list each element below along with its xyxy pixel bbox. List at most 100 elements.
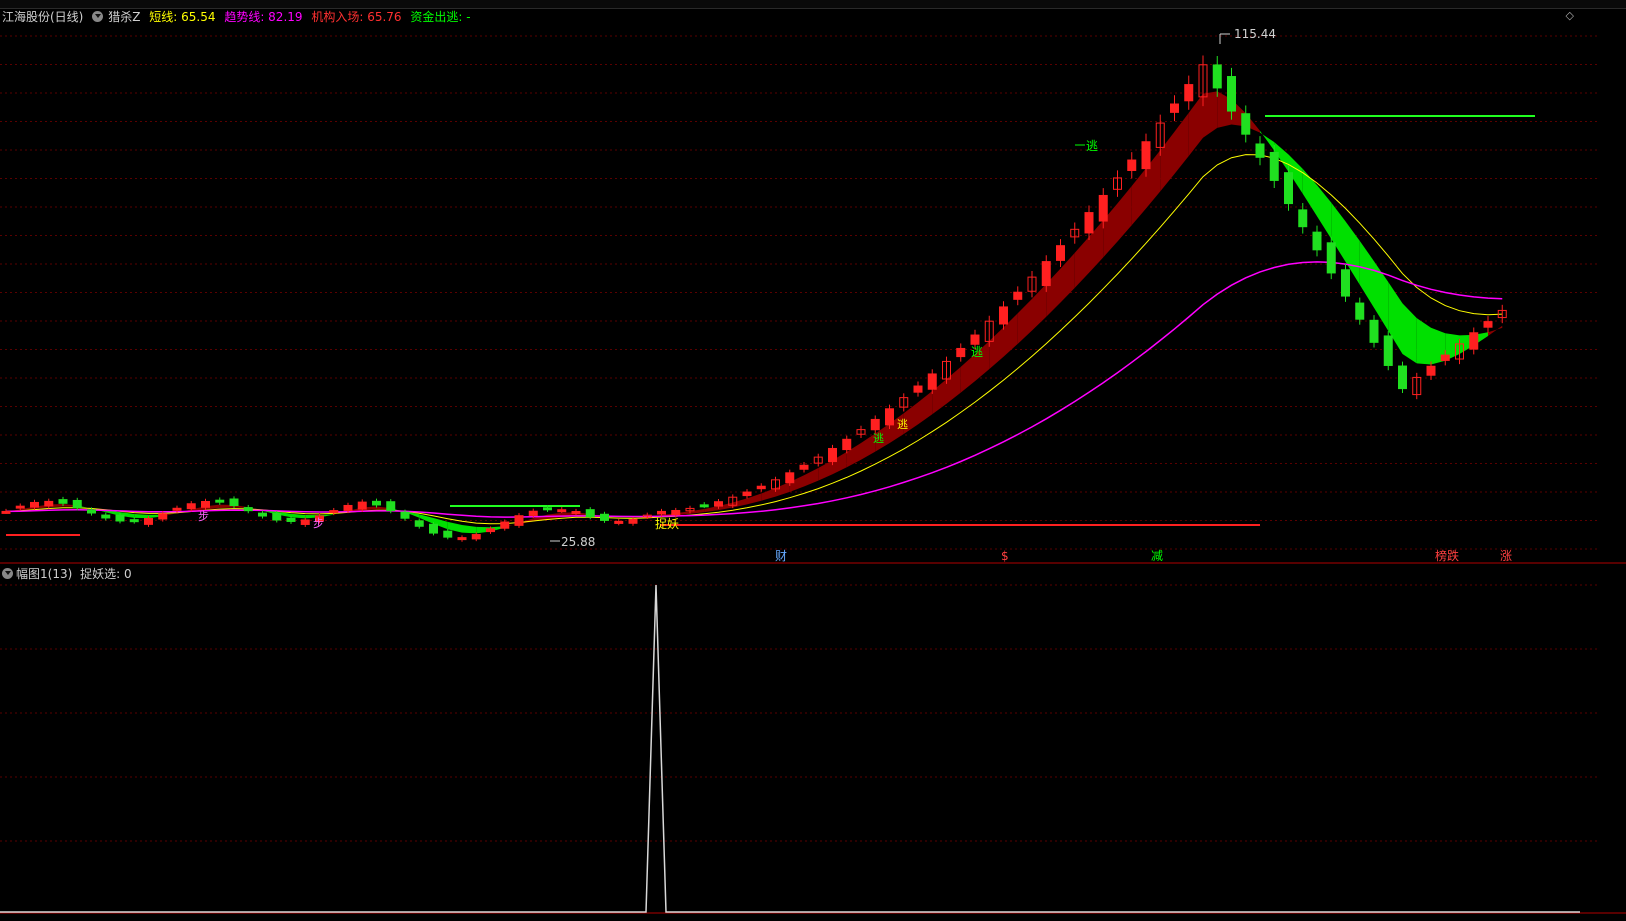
- ribbon-down-segment: [1416, 318, 1431, 365]
- candle-up: [1013, 291, 1023, 300]
- candle-up: [44, 500, 54, 507]
- candle-down: [1326, 242, 1336, 274]
- trend-line: [5, 261, 1503, 518]
- ribbon-up-segment: [960, 354, 975, 393]
- ribbon-up-segment: [1117, 186, 1132, 242]
- candle-down: [243, 507, 253, 512]
- signal-jian: 减: [1151, 549, 1163, 563]
- candle-up: [927, 373, 937, 390]
- candle-down: [386, 501, 396, 512]
- step-label-1: 步: [198, 510, 209, 523]
- candle-down: [1383, 335, 1393, 366]
- ribbon-down-segment: [134, 513, 149, 519]
- candle-down: [1369, 319, 1379, 343]
- demon-signal-label: 捉妖: [655, 516, 679, 531]
- candle-up: [1483, 321, 1493, 328]
- candle-up: [329, 510, 339, 514]
- candle-up: [1, 510, 11, 514]
- candle-down: [429, 523, 438, 534]
- candle-down: [1255, 143, 1265, 158]
- candle-down: [1269, 151, 1279, 181]
- ribbon-up-segment: [1074, 236, 1089, 288]
- candle-down: [258, 512, 267, 517]
- candle-down: [101, 514, 111, 519]
- candle-up: [913, 385, 923, 393]
- candle-up: [828, 447, 837, 463]
- demon-select-line: [0, 584, 1580, 913]
- candle-up: [571, 511, 581, 515]
- candle-up: [870, 418, 880, 431]
- candle-up: [756, 485, 766, 490]
- escape-label-1: 逃: [1086, 139, 1098, 153]
- candle-up: [486, 528, 495, 533]
- candle-up: [956, 347, 966, 358]
- candle-down: [585, 509, 595, 518]
- ribbon-up-segment: [690, 508, 705, 514]
- ribbon-down-segment: [291, 513, 306, 519]
- candle-down: [1227, 76, 1236, 112]
- candle-down: [543, 507, 552, 511]
- candle-down: [286, 517, 296, 522]
- chart-annotations: 115.44 25.88 捉妖 逃 逃 逃 逃 步 步 财 $ 减 榜跌 涨: [198, 27, 1512, 563]
- candle-up: [343, 504, 353, 511]
- candle-down: [229, 498, 239, 507]
- candle-up: [842, 438, 852, 451]
- signal-zhang: 涨: [1500, 548, 1512, 563]
- candle-down: [129, 519, 139, 523]
- escape-label-4: 逃: [873, 432, 884, 445]
- candle-up: [144, 518, 153, 525]
- ribbon-down-segment: [1359, 240, 1374, 308]
- candle-up: [201, 500, 210, 508]
- ribbon-up-segment: [1188, 93, 1203, 157]
- candle-down: [400, 511, 410, 519]
- candle-up: [1170, 103, 1179, 113]
- candle-up: [471, 534, 481, 540]
- candle-down: [272, 512, 282, 521]
- candle-up: [15, 505, 25, 509]
- sub-chart: [0, 584, 1580, 913]
- candle-up: [671, 509, 681, 516]
- candle-down: [414, 520, 424, 527]
- candle-up: [970, 334, 980, 345]
- signal-cai: 财: [775, 549, 787, 563]
- candle-up: [885, 408, 894, 426]
- ribbon-up-segment: [989, 327, 1004, 370]
- candle-up: [30, 501, 39, 508]
- candle-up: [1056, 245, 1065, 261]
- candle-down: [1212, 64, 1222, 89]
- candle-up: [357, 501, 367, 510]
- signal-dollar: $: [1001, 549, 1009, 563]
- short-line: [5, 154, 1503, 525]
- high-price-label: 115.44: [1234, 27, 1276, 41]
- candle-down: [72, 499, 82, 509]
- candlesticks: [1, 55, 1507, 542]
- candle-up: [1041, 261, 1051, 287]
- candle-up: [628, 518, 638, 524]
- candle-down: [1241, 113, 1251, 135]
- candle-up: [1141, 141, 1151, 170]
- candle-up: [1440, 354, 1450, 361]
- candle-up: [657, 510, 666, 515]
- candle-up: [186, 503, 196, 510]
- candle-up: [614, 520, 624, 524]
- candle-down: [1298, 209, 1308, 228]
- candle-up: [1469, 332, 1479, 350]
- candle-down: [215, 499, 225, 503]
- candle-down: [115, 514, 125, 522]
- candle-up: [557, 509, 567, 513]
- price-chart[interactable]: 115.44 25.88 捉妖 逃 逃 逃 逃 步 步 财 $ 减 榜跌 涨: [0, 0, 1626, 921]
- ribbon-up-segment: [804, 468, 819, 487]
- ribbon-up-segment: [1131, 168, 1146, 226]
- candle-up: [457, 537, 467, 541]
- ribbon-up-segment: [1017, 298, 1032, 344]
- ribbon-down-segment: [1402, 303, 1417, 364]
- candle-down: [1398, 365, 1407, 390]
- candle-up: [172, 507, 182, 511]
- low-price-label: 25.88: [561, 535, 595, 549]
- candle-down: [1312, 231, 1322, 251]
- ribbon-up-segment: [732, 498, 747, 508]
- escape-label-2: 逃: [971, 345, 983, 359]
- ribbon-up-segment: [1203, 91, 1218, 138]
- candle-up: [714, 501, 723, 507]
- ribbon-up-segment: [1174, 112, 1189, 174]
